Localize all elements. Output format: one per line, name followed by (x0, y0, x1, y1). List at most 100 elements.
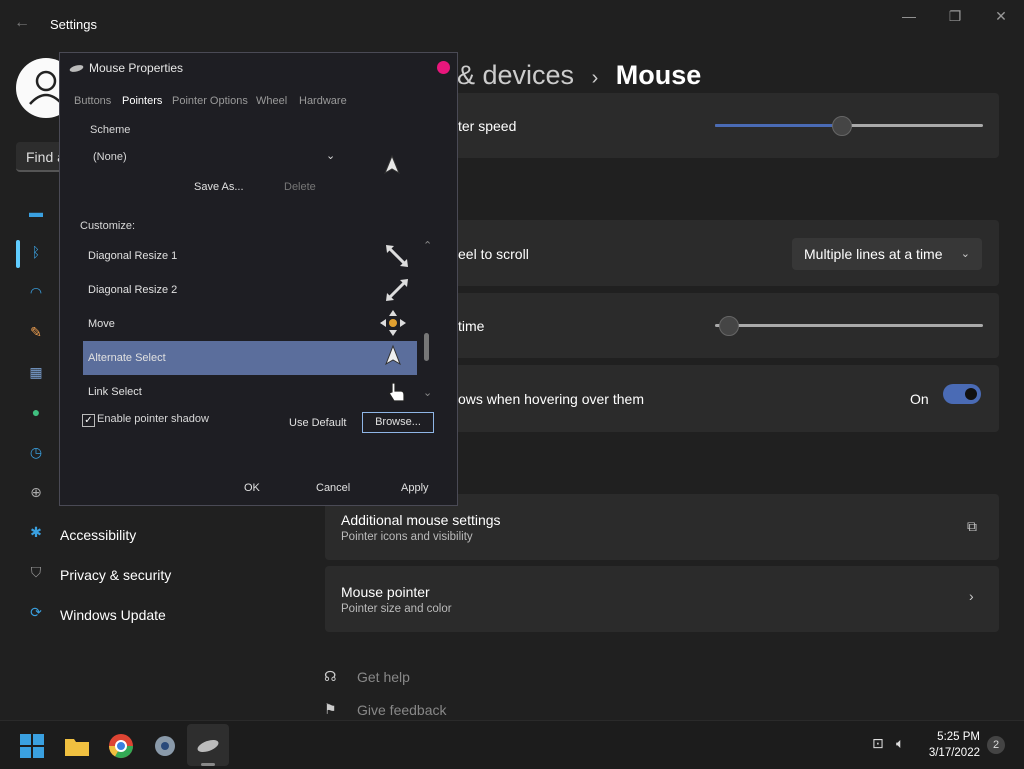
page-title: & devices › Mouse (457, 60, 701, 91)
tab-pointers[interactable]: Pointers (122, 95, 162, 107)
close-icon[interactable]: ✕ (986, 8, 1016, 28)
clock[interactable]: 5:25 PM 3/17/2022 (929, 729, 980, 761)
enable-shadow-label[interactable]: Enable pointer shadow (97, 413, 209, 425)
settings-gear-icon[interactable] (152, 733, 178, 759)
lines-time-track[interactable] (715, 324, 983, 327)
list-item-diagonal-resize-1[interactable]: Diagonal Resize 1 (83, 239, 417, 273)
lines-time-label: time (458, 318, 485, 334)
minimize-icon[interactable]: — (894, 8, 924, 28)
lines-time-thumb[interactable] (719, 316, 739, 336)
person-nav-icon[interactable]: ● (26, 404, 46, 424)
breadcrumb-sep: › (591, 67, 599, 89)
enable-shadow-checkbox[interactable]: ✓ (82, 414, 95, 427)
mouse-icon (69, 65, 84, 72)
scheme-value: (None) (93, 151, 127, 163)
wifi-icon[interactable]: ◠ (26, 284, 46, 304)
get-help-link[interactable]: Get help (357, 669, 410, 685)
ok-button[interactable]: OK (244, 482, 260, 494)
apply-button[interactable]: Apply (401, 482, 429, 494)
wheel-scroll-label: eel to scroll (458, 246, 529, 262)
app-title: Settings (50, 17, 97, 32)
chrome-icon[interactable] (108, 733, 134, 759)
hover-scroll-state: On (910, 391, 929, 407)
mouse-pointer-title: Mouse pointer (341, 584, 430, 600)
list-item-label: Diagonal Resize 1 (88, 250, 178, 262)
tab-hardware[interactable]: Hardware (299, 95, 347, 107)
give-feedback-link[interactable]: Give feedback (357, 702, 447, 718)
mouse-pointer-sub: Pointer size and color (341, 603, 452, 615)
back-arrow-icon[interactable]: ← (14, 14, 34, 34)
accessibility-icon[interactable]: ✱ (26, 524, 46, 544)
nav-windows-update[interactable]: Windows Update (60, 607, 166, 623)
scheme-dropdown[interactable]: (None) ⌄ (84, 144, 342, 168)
mouse-pointer-card[interactable]: Mouse pointer Pointer size and color › (325, 566, 999, 632)
move-icon (380, 310, 406, 336)
chevron-down-icon: ⌄ (960, 248, 970, 260)
tab-buttons[interactable]: Buttons (74, 95, 111, 107)
cancel-button[interactable]: Cancel (316, 482, 350, 494)
list-scrollbar-thumb[interactable] (424, 333, 429, 361)
delete-button[interactable]: Delete (284, 181, 316, 193)
bluetooth-icon[interactable]: ᛒ (26, 244, 46, 264)
clock-time: 5:25 PM (937, 731, 980, 743)
settings-titlebar (0, 0, 1024, 48)
mouse-properties-taskbar-icon[interactable] (195, 733, 221, 759)
list-item-alternate-select[interactable]: Alternate Select (83, 341, 417, 375)
file-explorer-icon[interactable] (64, 733, 90, 759)
list-item-label: Move (88, 318, 115, 330)
apps-icon[interactable]: ▦ (26, 364, 46, 384)
notification-badge[interactable]: 2 (987, 736, 1005, 754)
pointer-speed-fill (715, 124, 842, 127)
chevron-right-icon: › (969, 588, 974, 604)
gamepad-icon[interactable]: ⊕ (26, 484, 46, 504)
taskbar: ⊡ 🔈︎ 5:25 PM 3/17/2022 2 (0, 720, 1024, 769)
active-indicator (201, 763, 215, 766)
clock-date: 3/17/2022 (928, 747, 980, 759)
save-as-button[interactable]: Save As... (194, 181, 244, 193)
nav-selection-indicator (16, 240, 20, 268)
breadcrumb-parent[interactable]: & devices (457, 60, 574, 90)
monitor-icon[interactable]: ▬ (26, 204, 46, 224)
feedback-icon: ⚑ (324, 701, 337, 717)
list-item-label: Link Select (88, 386, 142, 398)
shield-icon[interactable]: ⛉ (26, 564, 46, 584)
list-item-diagonal-resize-2[interactable]: Diagonal Resize 2 (83, 273, 417, 307)
restore-icon[interactable]: ❐ (940, 8, 970, 28)
hover-scroll-toggle[interactable] (943, 384, 981, 404)
start-icon[interactable] (19, 733, 45, 759)
pointer-speed-label: ter speed (458, 118, 517, 134)
pointer-speed-thumb[interactable] (832, 116, 852, 136)
brush-icon[interactable]: ✎ (26, 324, 46, 344)
network-icon[interactable]: ⊡ (872, 735, 884, 752)
clock-icon[interactable]: ◷ (26, 444, 46, 464)
use-default-button[interactable]: Use Default (289, 417, 346, 429)
help-icon: ☊ (324, 668, 337, 684)
scheme-label: Scheme (90, 124, 131, 136)
browse-button[interactable]: Browse... (362, 412, 434, 433)
scheme-preview-cursor-icon (383, 154, 401, 175)
volume-icon[interactable]: 🔈︎ (896, 735, 904, 752)
list-item-link-select[interactable]: Link Select (83, 375, 417, 403)
nav-accessibility[interactable]: Accessibility (60, 527, 136, 543)
additional-mouse-sub: Pointer icons and visibility (341, 531, 473, 543)
customize-label: Customize: (80, 220, 136, 232)
link-select-icon (388, 382, 405, 402)
additional-mouse-title: Additional mouse settings (341, 512, 501, 528)
tab-pointer-options[interactable]: Pointer Options (172, 95, 248, 107)
scroll-up-icon[interactable]: ⌃ (423, 239, 432, 252)
nav-privacy-security[interactable]: Privacy & security (60, 567, 171, 583)
list-item-label: Alternate Select (88, 352, 166, 364)
diag-resize1-icon (386, 245, 408, 267)
open-external-icon: ⧉ (967, 518, 977, 534)
scroll-mode-dropdown[interactable]: Multiple lines at a time ⌄ (792, 238, 982, 270)
close-button[interactable] (437, 61, 450, 74)
mouse-properties-dialog: Mouse Properties Buttons Pointers Pointe… (59, 52, 458, 506)
diag-resize2-icon (386, 279, 408, 301)
scroll-down-icon[interactable]: ⌄ (423, 386, 432, 399)
update-icon[interactable]: ⟳ (26, 604, 46, 624)
tab-wheel[interactable]: Wheel (256, 95, 287, 107)
hover-scroll-label: ows when hovering over them (458, 391, 644, 407)
list-item-label: Diagonal Resize 2 (88, 284, 178, 296)
chevron-down-icon: ⌄ (326, 150, 336, 162)
list-item-move[interactable]: Move (83, 307, 417, 341)
